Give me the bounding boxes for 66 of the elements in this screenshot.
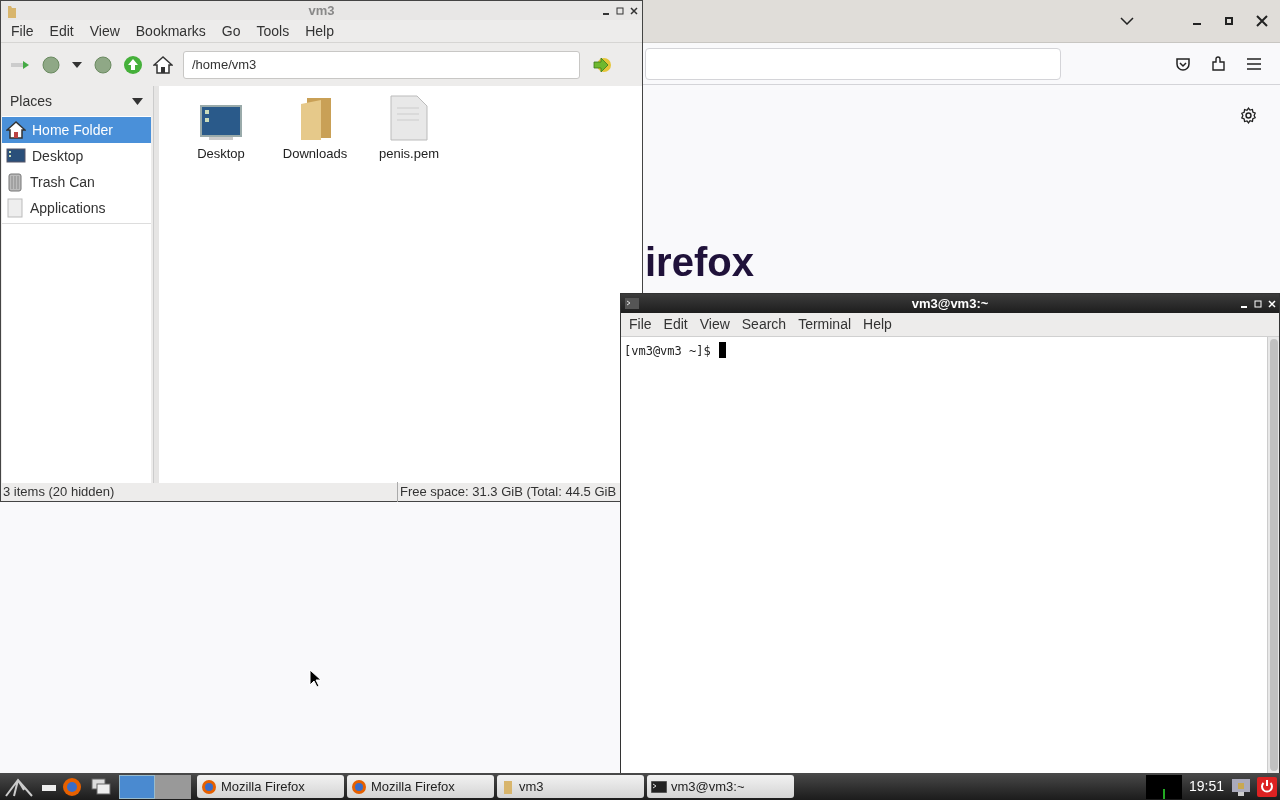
menu-item[interactable]: File: [3, 20, 42, 42]
folder-icon: [6, 3, 18, 18]
maximize-icon[interactable]: [1224, 16, 1234, 26]
menu-item[interactable]: Tools: [248, 20, 298, 42]
sidebar-item[interactable]: Desktop: [2, 143, 151, 169]
menu-item[interactable]: Help: [297, 20, 342, 42]
menu-item[interactable]: Terminal: [792, 314, 858, 335]
tab-list-icon[interactable]: [1120, 17, 1134, 25]
monitor-icon: [6, 147, 26, 165]
menu-item[interactable]: Bookmarks: [127, 20, 214, 42]
lock-screen-icon[interactable]: [1231, 776, 1251, 797]
back-icon[interactable]: [41, 54, 61, 75]
window-title: vm3: [308, 1, 335, 20]
logo-text: irefox: [645, 239, 754, 286]
menu-icon[interactable]: [1247, 57, 1261, 70]
dropdown-icon[interactable]: [71, 60, 83, 69]
go-icon[interactable]: [592, 55, 612, 74]
workspace-switcher[interactable]: [119, 774, 191, 799]
menu-item[interactable]: Edit: [41, 20, 82, 42]
scrollbar[interactable]: [1267, 337, 1279, 773]
places-header: Places: [10, 91, 53, 111]
text-cursor: [718, 342, 726, 358]
browser-icon: [201, 778, 217, 795]
taskbar-button[interactable]: vm3@vm3:~: [647, 775, 794, 798]
menu-item[interactable]: View: [693, 314, 736, 335]
close-icon[interactable]: [1256, 15, 1268, 27]
taskbar-button[interactable]: Mozilla Firefox: [197, 775, 344, 798]
window-title: vm3@vm3:~: [911, 294, 989, 313]
file-icon: [389, 94, 429, 142]
home-icon[interactable]: [153, 54, 173, 75]
maximize-icon[interactable]: [616, 6, 624, 15]
menu-item[interactable]: Help: [857, 314, 898, 335]
power-icon[interactable]: [1257, 776, 1277, 797]
menu-item[interactable]: Go: [213, 20, 249, 42]
menu-item[interactable]: Search: [735, 314, 793, 335]
cpu-graph: [1145, 774, 1182, 799]
icon-view-entry[interactable]: Desktop: [181, 94, 261, 164]
monitor-icon: [199, 102, 243, 142]
taskbar-button[interactable]: Mozilla Firefox: [347, 775, 494, 798]
taskbar-button[interactable]: vm3: [497, 775, 644, 798]
menu-item[interactable]: File: [623, 314, 658, 335]
menu-item[interactable]: Edit: [657, 314, 694, 335]
home-icon: [6, 120, 26, 140]
sidebar-item[interactable]: Applications: [2, 195, 151, 221]
windows-icon[interactable]: [91, 777, 111, 796]
folder-icon: [501, 778, 515, 795]
trash-can-icon: [6, 172, 24, 192]
browser-icon[interactable]: [62, 776, 82, 797]
location-field[interactable]: /home/vm3: [183, 50, 580, 79]
shell-prompt: [vm3@vm3 ~]$: [624, 343, 711, 360]
status-text: 3 items (20 hidden): [2, 483, 115, 502]
terminal-icon: [625, 298, 639, 309]
menu-item[interactable]: View: [81, 20, 128, 42]
terminal-icon: [651, 780, 667, 793]
settings-icon[interactable]: [1240, 107, 1257, 124]
pocket-icon[interactable]: [1175, 55, 1191, 72]
forward-icon[interactable]: [93, 54, 113, 75]
sidebar-item[interactable]: Trash Can: [2, 169, 151, 195]
clock: 19:51: [1188, 777, 1224, 796]
browser-icon: [351, 778, 367, 795]
icon-view-entry[interactable]: Downloads: [275, 94, 355, 164]
dropdown-icon[interactable]: [132, 97, 143, 105]
mouse-pointer-icon: [309, 669, 321, 688]
document-icon: [6, 198, 24, 218]
icon-view-entry[interactable]: penis.pem: [369, 94, 449, 164]
close-icon[interactable]: [630, 6, 638, 15]
